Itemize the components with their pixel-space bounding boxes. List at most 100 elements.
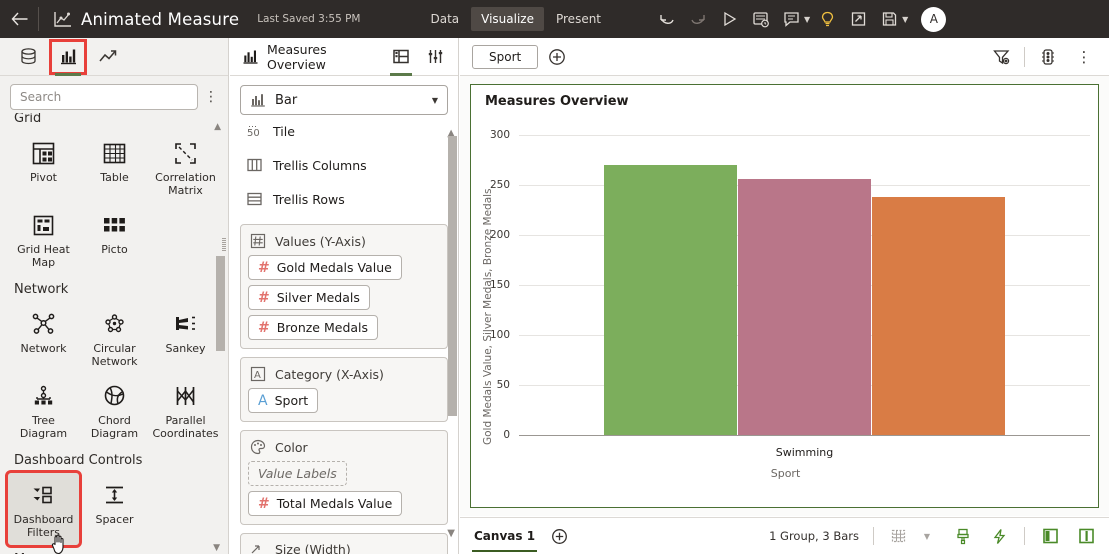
viz-item-grid-heat-map[interactable]: Grid Heat Map (8, 203, 79, 275)
add-circle-icon[interactable] (551, 528, 568, 545)
network-icon (31, 309, 56, 339)
comment-icon[interactable] (777, 5, 805, 33)
shelf-header: Color (248, 437, 440, 461)
viz-item-label: Table (100, 171, 129, 184)
panel-left-icon[interactable] (1039, 525, 1061, 547)
viz-item-network[interactable]: Network (8, 302, 79, 374)
viz-item-label: Chord Diagram (90, 414, 139, 440)
viz-item-table[interactable]: Table (79, 131, 150, 203)
numeric-field-icon: # (258, 319, 270, 336)
right-panel: Sport ⋮ Measures Overview Gold Medals Va… (460, 38, 1109, 554)
shelf-row-trellis-columns[interactable]: Trellis Columns (240, 148, 448, 182)
viz-item-label: Grid Heat Map (17, 243, 70, 269)
section-title-more: More (8, 545, 221, 554)
grid-layout-icon[interactable] (888, 525, 910, 547)
save-caret-icon[interactable]: ▼ (902, 15, 908, 24)
shelf-pill-bronze-medals[interactable]: # Bronze Medals (248, 315, 379, 340)
viz-item-sankey[interactable]: Sankey (150, 302, 221, 374)
filter-tab-sport[interactable]: Sport (472, 44, 539, 69)
y-axis-label: Gold Medals Value, Silver Medals, Bronze… (482, 188, 494, 446)
mode-switcher: Data Visualize Present (420, 7, 611, 31)
shelf-header: Size (Width) (248, 540, 440, 554)
chevron-down-icon[interactable]: ▼ (916, 525, 938, 547)
shelf-pill-total-medals-value[interactable]: # Total Medals Value (248, 491, 403, 516)
shelf-row-label: Trellis Rows (273, 191, 345, 207)
more-options-icon[interactable]: ⋮ (1071, 44, 1097, 70)
viz-item-spacer[interactable]: Spacer (79, 473, 150, 545)
shelf-row-trellis-rows[interactable]: Trellis Rows (240, 182, 448, 216)
shelf-size-width-partial: Size (Width) (240, 533, 448, 554)
mode-visualize[interactable]: Visualize (471, 7, 544, 31)
data-tab[interactable] (12, 42, 44, 72)
left-panel-search-row: ⋮ (0, 76, 228, 114)
panel-split-icon[interactable] (1075, 525, 1097, 547)
export-icon[interactable] (844, 5, 872, 33)
trellis-rows-icon (246, 191, 263, 207)
bar-chart-icon (250, 92, 266, 108)
filter-bar: Sport ⋮ (460, 38, 1109, 76)
collapse-more-icon[interactable]: ▼ (213, 543, 220, 553)
divider (1024, 527, 1025, 545)
lightning-icon[interactable] (988, 525, 1010, 547)
mid-panel-body: Bar ▼ ▲ 50 Tile Trellis Columns Trellis … (230, 76, 458, 554)
play-icon[interactable] (715, 5, 743, 33)
shelf-row-tile[interactable]: 50 Tile (240, 115, 448, 148)
save-icon[interactable] (875, 5, 903, 33)
canvas-tab[interactable]: Canvas 1 (472, 521, 538, 552)
more-options-icon[interactable]: ⋮ (204, 90, 220, 104)
shelf-label: Size (Width) (275, 542, 351, 554)
back-button[interactable] (0, 0, 38, 38)
viz-item-tree-diagram[interactable]: Tree Diagram (8, 374, 79, 446)
paintbrush-icon[interactable] (952, 525, 974, 547)
chart-type-select[interactable]: Bar ▼ (240, 85, 448, 115)
left-panel-scrollbar[interactable] (216, 256, 225, 351)
analytics-tab[interactable] (92, 42, 124, 72)
shelf-pill-value-labels[interactable]: Value Labels (248, 461, 347, 486)
viz-item-picto[interactable]: Picto (79, 203, 150, 275)
undo-icon[interactable] (653, 5, 681, 33)
shelf-header: Values (Y-Axis) (248, 231, 440, 255)
chevron-down-icon[interactable]: ▼ (432, 96, 438, 105)
mid-panel-scrollbar[interactable] (448, 136, 457, 416)
traffic-light-icon[interactable] (1035, 44, 1061, 70)
sliders-icon (427, 48, 444, 65)
data-refresh-icon[interactable] (746, 5, 774, 33)
section-title-grid: Grid (14, 113, 42, 126)
mode-present[interactable]: Present (546, 7, 611, 31)
redo-icon[interactable] (684, 5, 712, 33)
add-circle-icon[interactable] (548, 48, 566, 66)
parallel-coordinates-icon (173, 381, 198, 411)
chart-summary: 1 Group, 3 Bars (769, 529, 859, 543)
layout-panel-button[interactable] (388, 43, 414, 76)
chart-title: Measures Overview (485, 94, 629, 109)
search-input[interactable] (10, 84, 198, 110)
shelf-pill-silver-medals[interactable]: # Silver Medals (248, 285, 370, 310)
bar-gold-medals-value[interactable] (604, 165, 737, 435)
viz-item-circular-network[interactable]: Circular Network (79, 302, 150, 374)
dashboard-filters-icon (31, 480, 56, 510)
mode-data[interactable]: Data (420, 7, 469, 31)
bar-chart-icon (242, 48, 259, 65)
scrollbar-grip[interactable] (222, 238, 226, 252)
bar-silver-medals[interactable] (738, 179, 871, 435)
pill-label: Total Medals Value (276, 496, 393, 511)
comment-caret-icon[interactable]: ▼ (804, 15, 810, 24)
circular-network-icon (102, 309, 127, 339)
viz-item-pivot[interactable]: Pivot (8, 131, 79, 203)
bar-bronze-medals[interactable] (872, 197, 1005, 435)
viz-item-correlation-matrix[interactable]: Correlation Matrix (150, 131, 221, 203)
viz-item-parallel-coordinates[interactable]: Parallel Coordinates (150, 374, 221, 446)
chart-card[interactable]: Measures Overview Gold Medals Value, Sil… (470, 84, 1099, 508)
viz-item-chord-diagram[interactable]: Chord Diagram (79, 374, 150, 446)
shelf-pill-gold-medals-value[interactable]: # Gold Medals Value (248, 255, 402, 280)
filter-settings-icon[interactable] (988, 44, 1014, 70)
section-items-grid: Pivot Table Correlation Matrix Grid Heat… (8, 131, 221, 275)
visualizations-tab[interactable] (49, 38, 87, 76)
scroll-down-icon[interactable]: ▼ (447, 528, 455, 539)
lightbulb-icon[interactable] (813, 5, 841, 33)
avatar[interactable]: A (921, 6, 947, 32)
shelf-row-label: Tile (273, 124, 295, 139)
left-panel-content: Grid ▲ Pivot Table Correlation Matrix Gr… (0, 113, 229, 554)
shelf-pill-sport[interactable]: A Sport (248, 388, 319, 413)
settings-sliders-button[interactable] (422, 43, 448, 71)
